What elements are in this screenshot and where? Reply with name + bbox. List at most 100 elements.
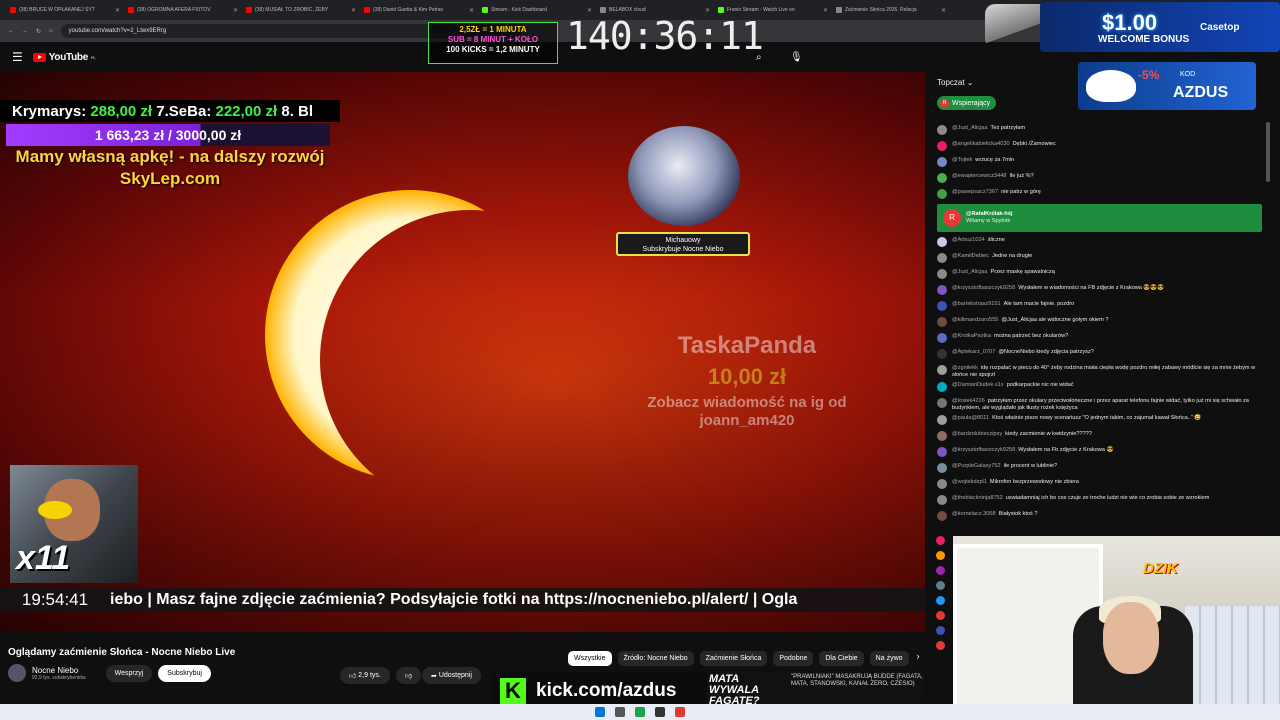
browser-tab[interactable]: (38) BRUCE W OPŁAKANEJ SYT ✕ xyxy=(6,0,124,20)
chat-avatar[interactable] xyxy=(937,495,947,505)
chat-avatar[interactable] xyxy=(937,301,947,311)
supporters-badge[interactable]: R Wspierający xyxy=(937,96,997,110)
spotify-icon[interactable] xyxy=(635,707,645,717)
donation-goal-bar: 1 663,23 zł / 3000,00 zł xyxy=(6,124,330,146)
promo-line: Mamy własną apkę! - na dalszy rozwój xyxy=(15,147,325,166)
chat-avatar[interactable] xyxy=(937,447,947,457)
chat-author[interactable]: @wojtekdzpl1 xyxy=(952,479,987,485)
chat-author[interactable]: @ewapiercewicz3448 xyxy=(952,173,1007,179)
chat-avatar[interactable] xyxy=(937,173,947,183)
close-tab-icon[interactable]: ✕ xyxy=(469,7,474,14)
chat-avatar[interactable] xyxy=(937,141,947,151)
chat-avatar[interactable] xyxy=(937,463,947,473)
chip-eclipse[interactable]: Zaćmienie Słońca xyxy=(699,651,768,666)
chat-avatar[interactable] xyxy=(937,285,947,295)
chat-mode-dropdown[interactable]: Topczat ⌄ xyxy=(937,78,974,87)
multiplier-label: x11 xyxy=(16,539,71,577)
chat-avatar[interactable] xyxy=(937,253,947,263)
chat-avatar[interactable] xyxy=(937,333,947,343)
like-count: 2,9 tys. xyxy=(358,672,381,679)
back-icon[interactable]: ← xyxy=(8,28,14,34)
chat-author[interactable]: @RafałKróIak-hśj xyxy=(966,211,1013,217)
close-tab-icon[interactable]: ✕ xyxy=(941,7,946,14)
chip-source[interactable]: Źródło: Nocne Niebo xyxy=(617,651,694,666)
browser-tab[interactable]: Zaćmienie Słońca 2026. Relacja ✕ xyxy=(832,0,950,20)
menu-icon[interactable]: ☰ xyxy=(12,50,23,64)
chat-author[interactable]: @kilimandzaro555 xyxy=(952,317,998,323)
chat-author[interactable]: @bartekstrasz9151 xyxy=(952,301,1001,307)
channel-avatar[interactable] xyxy=(8,664,26,682)
chat-avatar[interactable] xyxy=(937,349,947,359)
chat-scrollbar[interactable] xyxy=(1266,122,1270,182)
search-icon[interactable] xyxy=(615,707,625,717)
chat-avatar[interactable] xyxy=(937,125,947,135)
chat-avatar[interactable] xyxy=(937,398,947,408)
chat-avatar[interactable]: R xyxy=(943,209,961,227)
chat-avatar[interactable] xyxy=(937,237,947,247)
chat-author[interactable]: @Tojtek xyxy=(952,157,972,163)
close-tab-icon[interactable]: ✕ xyxy=(823,7,828,14)
chat-avatar[interactable] xyxy=(937,415,947,425)
chat-author[interactable]: @theblackninja8752 xyxy=(952,495,1003,501)
chat-author[interactable]: @krzysztofbaszczyk9258 xyxy=(952,285,1015,291)
channel-name[interactable]: Nocne Niebo xyxy=(32,666,86,675)
chat-avatar[interactable] xyxy=(937,365,947,375)
chat-author[interactable]: @krzysztofbaszczyk9258 xyxy=(952,447,1015,453)
chip-for-you[interactable]: Dla Ciebie xyxy=(819,651,864,666)
app-icon[interactable] xyxy=(675,707,685,717)
chat-author[interactable]: @paula@8011 xyxy=(952,415,989,421)
close-tab-icon[interactable]: ✕ xyxy=(115,7,120,14)
chat-author[interactable]: @bardzolubieczipsy xyxy=(952,431,1002,437)
chat-avatar[interactable] xyxy=(937,269,947,279)
browser-tab[interactable]: (38) OGROMNA AFERA FIUTOV ✕ xyxy=(124,0,242,20)
home-icon[interactable]: ⌂ xyxy=(49,28,53,34)
chat-avatar[interactable] xyxy=(937,382,947,392)
like-button[interactable]: 👍︎ 2,9 tys. xyxy=(340,667,390,684)
forward-icon[interactable]: → xyxy=(22,28,28,34)
chat-author[interactable]: @zgnilekk xyxy=(952,365,978,371)
chat-author[interactable]: @Aptekarz_0707 xyxy=(952,349,995,355)
share-button[interactable]: ➦ Udostępnij xyxy=(422,667,481,684)
youtube-logo[interactable]: YouTube PL xyxy=(32,52,96,63)
close-tab-icon[interactable]: ✕ xyxy=(233,7,238,14)
chat-author[interactable]: @Just_Alicjaa xyxy=(952,269,988,275)
chat-avatar[interactable] xyxy=(937,479,947,489)
chat-avatar[interactable] xyxy=(937,157,947,167)
chat-author[interactable]: @KamilDebiec xyxy=(952,253,989,259)
chat-author[interactable]: @tosiek4226 xyxy=(952,398,985,404)
news-thumbnail[interactable]: MATA WYWALA FAGATE? "PRAWILNIAKI" MASAKR… xyxy=(707,672,925,707)
chat-avatar[interactable] xyxy=(937,317,947,327)
streamer-webcam-left: x11 xyxy=(10,465,138,583)
browser-tab[interactable]: (38) David Guetta & Kim Petras ✕ xyxy=(360,0,478,20)
chat-avatar[interactable] xyxy=(937,511,947,521)
chat-avatar[interactable] xyxy=(937,431,947,441)
close-tab-icon[interactable]: ✕ xyxy=(351,7,356,14)
mic-icon[interactable]: 🎙 xyxy=(790,52,803,63)
close-tab-icon[interactable]: ✕ xyxy=(705,7,710,14)
chat-author[interactable]: @PurpleGalaxy752 xyxy=(952,463,1001,469)
chat-author[interactable]: @Arbuz1024 xyxy=(952,237,985,243)
chat-message: @krzysztofbaszczyk9258 Wysłałem w wiadomo… xyxy=(937,282,1262,298)
chevron-right-icon[interactable]: › xyxy=(915,651,920,666)
chat-body: @Arbuz1024 śliczne xyxy=(952,237,1005,244)
close-tab-icon[interactable]: ✕ xyxy=(587,7,592,14)
app-icon[interactable] xyxy=(655,707,665,717)
chip-live[interactable]: Na żywo xyxy=(869,651,909,666)
recommendation-chips: Wszystkie Źródło: Nocne Niebo Zaćmienie … xyxy=(568,651,920,666)
chat-author[interactable]: @angelikabielicka4030 xyxy=(952,141,1010,147)
chip-all[interactable]: Wszystkie xyxy=(568,651,612,666)
chat-author[interactable]: @pawepsacz7367 xyxy=(952,189,998,195)
chat-author[interactable]: @Just_Alicjaa xyxy=(952,125,988,131)
chat-author[interactable]: @KrotkaPsotka xyxy=(952,333,991,339)
browser-tab[interactable]: (38) MUSIAŁ TO ZROBIĆ, ŻEBY ✕ xyxy=(242,0,360,20)
chat-avatar[interactable] xyxy=(937,189,947,199)
thumbs-up-icon: 👍︎ xyxy=(349,673,357,680)
start-icon[interactable] xyxy=(595,707,605,717)
chat-author[interactable]: @DamianDudek-s1x xyxy=(952,382,1004,388)
dislike-button[interactable]: 👎︎ xyxy=(396,667,422,684)
support-button[interactable]: Wesprzyj xyxy=(105,664,153,682)
reload-icon[interactable]: ↻ xyxy=(36,28,41,35)
subscribe-button[interactable]: Subskrybuj xyxy=(158,664,211,682)
chat-author[interactable]: @kornelacz.3068 xyxy=(952,511,996,517)
chip-similar[interactable]: Podobne xyxy=(773,651,814,666)
